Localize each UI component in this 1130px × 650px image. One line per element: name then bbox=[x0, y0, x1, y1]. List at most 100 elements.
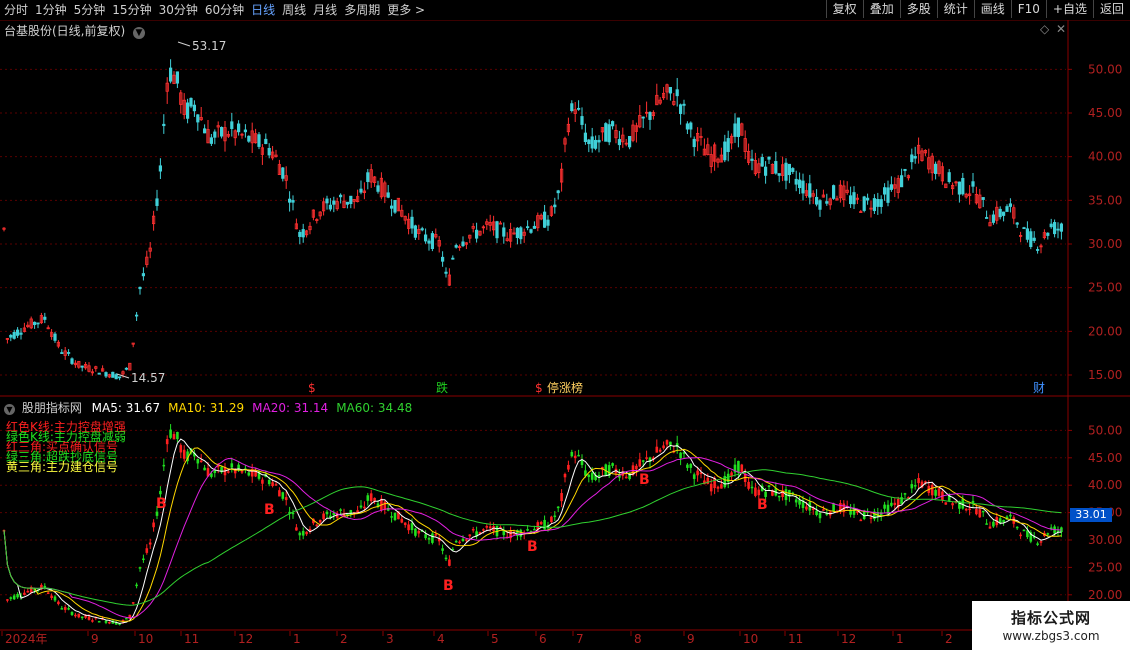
indicator-title: 股朋指标网 bbox=[21, 401, 82, 415]
candle-body bbox=[185, 102, 190, 119]
indicator-candle bbox=[369, 493, 373, 502]
y-tick-label: 25.00 bbox=[1088, 560, 1122, 574]
candle-body bbox=[236, 123, 241, 133]
gear-icon[interactable]: ▼ bbox=[4, 404, 15, 415]
y-tick-label: 40.00 bbox=[1088, 150, 1122, 164]
candle-body bbox=[594, 139, 598, 149]
y-tick-label: 30.00 bbox=[1088, 237, 1122, 251]
y-tick-label: 15.00 bbox=[1088, 368, 1122, 382]
indicator-candle bbox=[934, 489, 937, 496]
indicator-candle bbox=[325, 511, 329, 515]
indicator-candle bbox=[767, 485, 771, 487]
candle-body bbox=[879, 199, 883, 207]
indicator-candle bbox=[60, 608, 64, 610]
indicator-candle bbox=[349, 510, 353, 515]
candle-body bbox=[393, 200, 397, 213]
ma-lines bbox=[3, 438, 1062, 624]
chevron-down-icon[interactable]: ▼ bbox=[133, 27, 146, 39]
candle-body bbox=[784, 162, 788, 181]
indicator-candle bbox=[125, 617, 128, 620]
candle-body bbox=[617, 139, 622, 146]
indicator-candle bbox=[448, 559, 451, 566]
indicator-candle bbox=[641, 460, 645, 462]
diamond-icon[interactable]: ◇ bbox=[1040, 22, 1049, 36]
indicator-candle bbox=[80, 616, 84, 619]
indicator-candle bbox=[295, 527, 298, 531]
candle-body bbox=[502, 227, 506, 237]
indicator-candle bbox=[662, 445, 665, 449]
indicator-candle bbox=[805, 506, 808, 510]
candle-body bbox=[328, 204, 333, 210]
x-axis-label: 7 bbox=[576, 632, 584, 646]
candle-body bbox=[230, 121, 234, 129]
candle-body bbox=[67, 352, 71, 354]
indicator-candle bbox=[182, 449, 186, 459]
candle-body bbox=[1032, 237, 1036, 241]
candle-body bbox=[430, 233, 435, 250]
candle-body bbox=[543, 211, 547, 228]
candle-body bbox=[287, 198, 292, 203]
top-chart-header: 台基股份(日线,前复权) ▼ bbox=[4, 22, 146, 39]
candle-body bbox=[1036, 249, 1040, 251]
candle-body bbox=[345, 201, 350, 205]
candle-body bbox=[175, 71, 179, 84]
indicator-candle bbox=[390, 516, 393, 518]
indicator-candle bbox=[706, 477, 710, 484]
candle-body bbox=[410, 216, 414, 229]
indicator-candle bbox=[322, 513, 325, 520]
indicator-candle bbox=[992, 521, 995, 527]
candle-body bbox=[991, 214, 996, 223]
candle-body bbox=[515, 227, 520, 239]
indicator-candle bbox=[590, 472, 594, 480]
candle-body bbox=[1025, 228, 1029, 240]
candle-body bbox=[219, 126, 224, 137]
ma-values: MA5: 31.67 MA10: 31.29 MA20: 31.14 MA60: 34… bbox=[92, 401, 421, 415]
indicator-candle bbox=[556, 506, 560, 509]
candle-body bbox=[124, 367, 128, 370]
candle-body bbox=[750, 158, 754, 161]
indicator-candle bbox=[757, 489, 761, 496]
ma-label: MA60: 34.48 bbox=[336, 401, 413, 415]
candle-body bbox=[114, 374, 118, 380]
candle-body bbox=[264, 138, 268, 145]
indicator-candle bbox=[407, 524, 410, 531]
event-marker: 财 bbox=[1033, 381, 1045, 395]
candle-body bbox=[889, 184, 894, 190]
indicator-candle bbox=[750, 486, 754, 489]
y-tick-label: 45.00 bbox=[1088, 106, 1122, 120]
indicator-candle bbox=[686, 464, 689, 468]
indicator-candle bbox=[818, 512, 822, 519]
candle-body bbox=[553, 204, 557, 208]
candle-body bbox=[1056, 228, 1060, 231]
candle-body bbox=[849, 195, 853, 205]
indicator-candle bbox=[441, 548, 444, 551]
indicator-candle bbox=[611, 463, 614, 466]
candle-body bbox=[1029, 231, 1033, 248]
stock-chart[interactable]: 50.00 45.00 40.00 35.00 30.00 25.00 20.00 15.00… bbox=[0, 0, 1130, 650]
indicator-candle bbox=[26, 590, 30, 593]
indicator-candle bbox=[737, 460, 740, 473]
x-axis-label: 1 bbox=[293, 632, 301, 646]
indicator-candle bbox=[964, 508, 968, 511]
indicator-candle bbox=[635, 465, 638, 470]
indicator-candle bbox=[975, 508, 978, 515]
y-tick-label: 40.00 bbox=[1088, 478, 1122, 492]
indicator-candle bbox=[165, 439, 169, 445]
candle-body bbox=[682, 103, 686, 106]
candle-body bbox=[866, 197, 870, 201]
indicator-candle bbox=[1009, 514, 1012, 517]
candle-body bbox=[777, 173, 781, 176]
candle-body bbox=[162, 123, 166, 127]
indicator-candle bbox=[23, 592, 26, 595]
candle-body bbox=[570, 103, 574, 112]
candle-body bbox=[33, 321, 37, 326]
indicator-candle bbox=[203, 467, 206, 471]
buy-signal-b: B bbox=[527, 539, 538, 555]
indicator-candle bbox=[417, 530, 421, 534]
buy-signal-b: B bbox=[264, 502, 275, 518]
indicator-candle bbox=[471, 528, 475, 531]
indicator-candle bbox=[937, 488, 941, 496]
indicator-candle bbox=[981, 510, 985, 513]
candle-body bbox=[427, 240, 431, 244]
close-icon[interactable]: ✕ bbox=[1056, 22, 1066, 36]
